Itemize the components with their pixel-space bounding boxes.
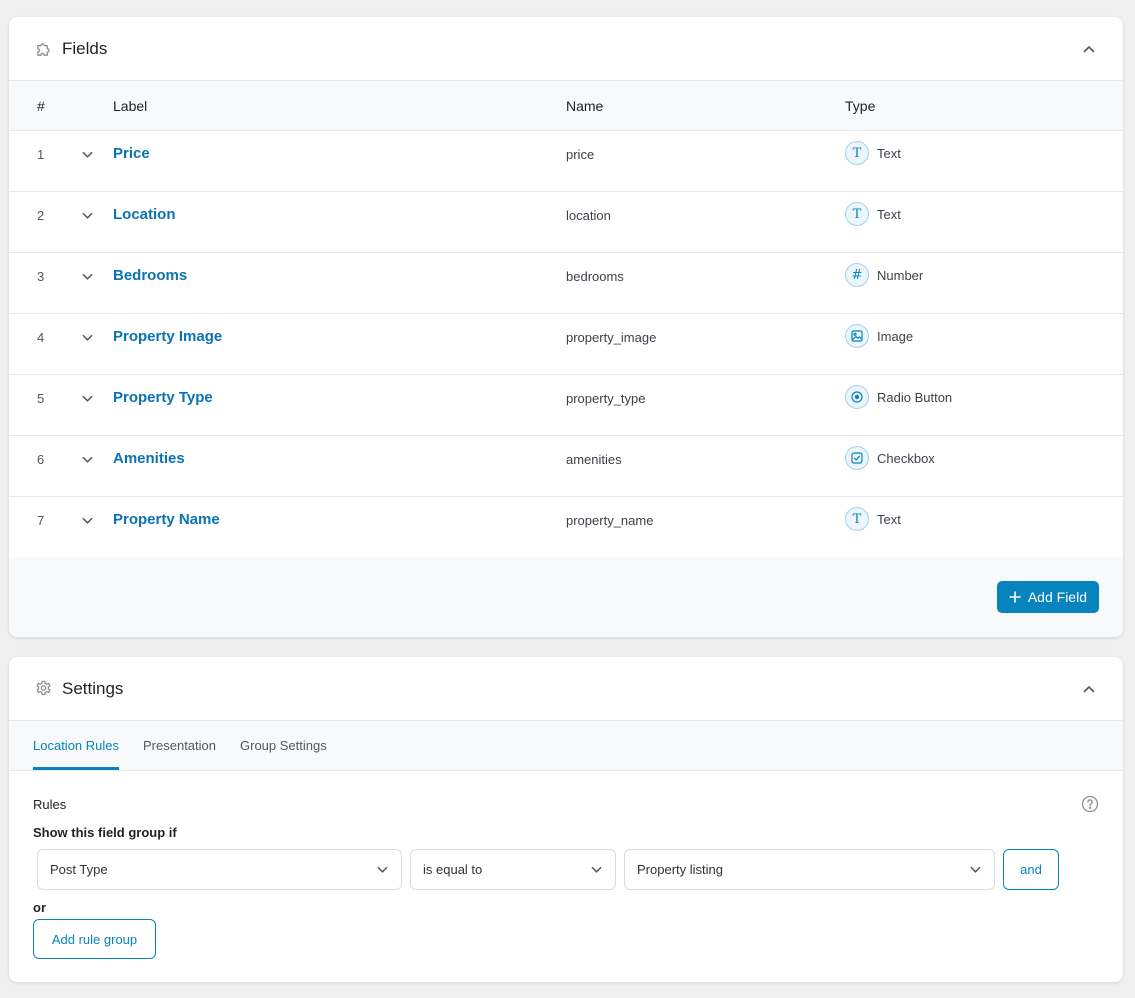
field-name: property_image: [566, 330, 657, 345]
column-header-type: Type: [845, 97, 876, 114]
gear-icon: [33, 679, 53, 699]
chevron-down-icon[interactable]: [81, 266, 113, 284]
field-type-label: Text: [877, 511, 901, 527]
fields-panel: Fields # Label Name Type 1 Price price T…: [9, 17, 1123, 637]
rule-value-value: Property listing: [637, 862, 723, 877]
fields-table-header: # Label Name Type: [9, 81, 1123, 131]
chevron-down-icon[interactable]: [81, 327, 113, 345]
rules-title: Rules: [33, 797, 67, 812]
or-label: or: [33, 900, 46, 915]
table-row[interactable]: 3 Bedrooms bedrooms # Number: [9, 253, 1123, 314]
table-row[interactable]: 6 Amenities amenities Checkbox: [9, 436, 1123, 497]
table-row[interactable]: 2 Location location T Text: [9, 192, 1123, 253]
field-label-link[interactable]: Bedrooms: [113, 266, 566, 286]
help-icon[interactable]: [1081, 795, 1099, 813]
rule-operator-select[interactable]: is equal to: [410, 849, 616, 890]
radio-type-icon: [845, 385, 869, 409]
row-number: 3: [37, 269, 45, 284]
collapse-settings-button[interactable]: [1079, 679, 1099, 699]
field-type: Image: [845, 324, 1123, 348]
field-name: property_type: [566, 391, 646, 406]
add-field-button[interactable]: Add Field: [996, 581, 1099, 613]
text-type-icon: T: [845, 141, 869, 165]
location-rules-content: Rules Show this field group if Post Type…: [9, 771, 1123, 959]
row-number: 4: [37, 330, 45, 345]
field-type-label: Checkbox: [877, 450, 935, 466]
chevron-up-icon: [1083, 686, 1095, 693]
column-header-number: #: [37, 97, 45, 114]
field-label-link[interactable]: Amenities: [113, 449, 566, 469]
field-label-link[interactable]: Location: [113, 205, 566, 225]
chevron-down-icon[interactable]: [81, 205, 113, 223]
chevron-down-icon: [969, 863, 982, 876]
column-header-label: Label: [113, 97, 148, 114]
field-type: T Text: [845, 202, 1123, 226]
field-name: price: [566, 147, 595, 162]
table-row[interactable]: 5 Property Type property_type Radio Butt…: [9, 375, 1123, 436]
table-row[interactable]: 1 Price price T Text: [9, 131, 1123, 192]
field-name: property_name: [566, 513, 654, 528]
settings-tabs: Location Rules Presentation Group Settin…: [9, 721, 1123, 771]
row-number: 6: [37, 452, 45, 467]
table-row[interactable]: 7 Property Name property_name T Text: [9, 497, 1123, 558]
row-number: 2: [37, 208, 45, 223]
field-type-label: Text: [877, 206, 901, 222]
settings-panel-header: Settings: [9, 657, 1123, 721]
field-name: location: [566, 208, 611, 223]
rule-param-value: Post Type: [50, 862, 108, 877]
field-type: # Number: [845, 263, 1123, 287]
collapse-fields-button[interactable]: [1079, 39, 1099, 59]
fields-table-body: 1 Price price T Text 2 Location location…: [9, 131, 1123, 558]
row-number: 1: [37, 147, 45, 162]
field-type-label: Radio Button: [877, 389, 953, 405]
chevron-down-icon: [590, 863, 603, 876]
rule-row: Post Type is equal to Property listing a…: [33, 849, 1099, 890]
row-number: 7: [37, 513, 45, 528]
field-type-label: Text: [877, 145, 901, 161]
add-field-label: Add Field: [1027, 589, 1087, 605]
chevron-up-icon: [1083, 46, 1095, 53]
rule-value-select[interactable]: Property listing: [624, 849, 995, 890]
chevron-down-icon: [376, 863, 389, 876]
table-row[interactable]: 4 Property Image property_image Image: [9, 314, 1123, 375]
chevron-down-icon[interactable]: [81, 449, 113, 467]
field-type-label: Number: [877, 267, 924, 283]
tab-presentation[interactable]: Presentation: [143, 721, 216, 770]
field-type: T Text: [845, 141, 1123, 165]
field-type: T Text: [845, 507, 1123, 531]
chevron-down-icon[interactable]: [81, 388, 113, 406]
add-rule-group-button[interactable]: Add rule group: [33, 919, 156, 959]
tab-location-rules[interactable]: Location Rules: [33, 721, 119, 770]
field-type: Radio Button: [845, 385, 1123, 409]
fields-panel-title: Fields: [62, 38, 108, 58]
show-if-label: Show this field group if: [33, 825, 177, 840]
settings-panel: Settings Location Rules Presentation Gro…: [9, 657, 1123, 982]
rule-param-select[interactable]: Post Type: [37, 849, 402, 890]
number-type-icon: #: [845, 263, 869, 287]
and-button[interactable]: and: [1003, 849, 1059, 890]
column-header-name: Name: [566, 97, 604, 114]
row-number: 5: [37, 391, 45, 406]
image-type-icon: [845, 324, 869, 348]
text-type-icon: T: [845, 507, 869, 531]
chevron-down-icon[interactable]: [81, 144, 113, 162]
field-label-link[interactable]: Property Name: [113, 510, 566, 530]
tab-group-settings[interactable]: Group Settings: [240, 721, 327, 770]
plus-icon: [1009, 591, 1021, 603]
field-label-link[interactable]: Price: [113, 144, 566, 164]
chevron-down-icon[interactable]: [81, 510, 113, 528]
rule-operator-value: is equal to: [423, 862, 483, 877]
checkbox-type-icon: [845, 446, 869, 470]
field-type-label: Image: [877, 328, 914, 344]
text-type-icon: T: [845, 202, 869, 226]
field-label-link[interactable]: Property Image: [113, 327, 566, 347]
fields-panel-header: Fields: [9, 17, 1123, 81]
field-type: Checkbox: [845, 446, 1123, 470]
field-name: amenities: [566, 452, 622, 467]
settings-panel-title: Settings: [62, 678, 124, 698]
field-label-link[interactable]: Property Type: [113, 388, 566, 408]
field-name: bedrooms: [566, 269, 624, 284]
puzzle-icon: [33, 39, 53, 59]
fields-table-footer: Add Field: [9, 557, 1123, 637]
